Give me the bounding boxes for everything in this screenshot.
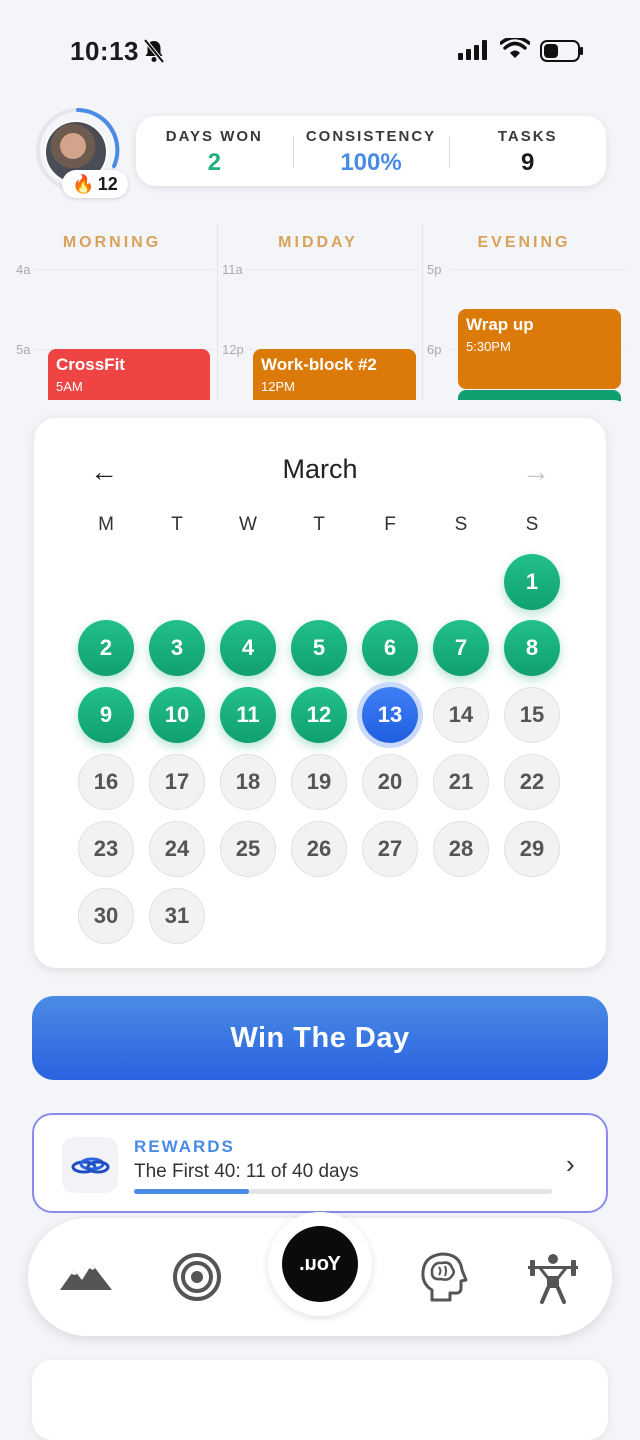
calendar-day-10[interactable]: 10: [149, 687, 205, 743]
column-header-morning: MORNING: [62, 234, 162, 251]
calendar-day-14[interactable]: 14: [433, 687, 489, 743]
signal-icon: [458, 40, 487, 60]
rewards-progress-bar: [134, 1189, 552, 1194]
you-label: You.: [299, 1252, 341, 1275]
event-time: 12PM: [261, 379, 295, 394]
wifi-icon: [500, 38, 530, 58]
calendar-day-27[interactable]: 27: [362, 821, 418, 877]
event-time: 5AM: [56, 379, 83, 394]
calendar-day-16[interactable]: 16: [78, 754, 134, 810]
rings-icon: [62, 1137, 118, 1193]
hour-line: [246, 269, 418, 270]
weekday-label: F: [384, 514, 396, 535]
calendar-day-15[interactable]: 15: [504, 687, 560, 743]
calendar-day-5[interactable]: 5: [291, 620, 347, 676]
calendar-day-1[interactable]: 1: [504, 554, 560, 610]
next-month-button[interactable]: →: [522, 456, 550, 488]
calendar-day-9[interactable]: 9: [78, 687, 134, 743]
brain-icon[interactable]: [418, 1250, 468, 1304]
hour-label: 4a: [16, 262, 31, 277]
calendar-day-12[interactable]: 12: [291, 687, 347, 743]
event-title: Work-block #2: [261, 355, 377, 374]
status-time: 10:13: [70, 36, 139, 66]
hour-label: 11a: [222, 262, 243, 277]
fire-icon: 🔥: [72, 173, 95, 194]
streak-count: 12: [97, 173, 118, 194]
weekday-label: T: [313, 514, 325, 535]
calendar-day-28[interactable]: 28: [433, 821, 489, 877]
stat-days-won: DAYS WON 2: [136, 116, 293, 186]
hour-line: [450, 269, 626, 270]
calendar-day-26[interactable]: 26: [291, 821, 347, 877]
stat-label: DAYS WON: [165, 128, 263, 145]
you-button[interactable]: You.: [282, 1226, 358, 1302]
calendar-day-8[interactable]: 8: [504, 620, 560, 676]
calendar-day-24[interactable]: 24: [149, 821, 205, 877]
stat-value: 100%: [340, 149, 402, 176]
calendar-day-2[interactable]: 2: [78, 620, 134, 676]
calendar-day-21[interactable]: 21: [433, 754, 489, 810]
stat-tasks: TASKS 9: [449, 116, 606, 186]
stat-consistency: CONSISTENCY 100%: [292, 116, 450, 186]
event-title: Wrap up: [466, 315, 534, 334]
calendar-day-19[interactable]: 19: [291, 754, 347, 810]
event-time: 5:30PM: [466, 339, 511, 354]
stat-label: TASKS: [497, 128, 558, 145]
streak-badge: 🔥 12: [62, 170, 128, 198]
tab-bar: You.: [28, 1212, 612, 1336]
hour-label: 5a: [16, 342, 31, 357]
chevron-right-icon: ›: [566, 1149, 575, 1179]
weightlifter-icon[interactable]: [526, 1252, 580, 1304]
month-title: March: [282, 454, 358, 484]
weekday-label: S: [454, 514, 468, 535]
stat-label: CONSISTENCY: [305, 128, 437, 145]
calendar-day-11[interactable]: 11: [220, 687, 276, 743]
calendar-day-25[interactable]: 25: [220, 821, 276, 877]
calendar-day-17[interactable]: 17: [149, 754, 205, 810]
month-calendar: ← March → MTWTFSS 1 2 3 4 5 6 7 8 9 10 11 12 13 14 15 1…: [34, 418, 606, 968]
rewards-progress-fill: [134, 1189, 249, 1194]
calendar-day-20[interactable]: 20: [362, 754, 418, 810]
calendar-day-30[interactable]: 30: [78, 888, 134, 944]
weekday-label: M: [98, 514, 114, 535]
bell-slash-icon: [143, 38, 165, 64]
calendar-day-31[interactable]: 31: [149, 888, 205, 944]
rewards-title: REWARDS: [134, 1137, 235, 1156]
weekday-label: S: [525, 514, 539, 535]
event-title: CrossFit: [56, 355, 125, 374]
column-header-midday: MIDDAY: [278, 234, 358, 251]
status-bar: 10:13: [0, 0, 640, 100]
calendar-day-29[interactable]: 29: [504, 821, 560, 877]
calendar-day-22[interactable]: 22: [504, 754, 560, 810]
hour-line: [34, 269, 214, 270]
stat-value: 2: [207, 149, 222, 176]
next-card[interactable]: [32, 1360, 608, 1440]
target-icon[interactable]: [172, 1252, 222, 1302]
column-header-evening: EVENING: [477, 234, 571, 251]
win-the-day-button[interactable]: Win The Day: [32, 996, 608, 1080]
weekday-label: W: [239, 514, 257, 535]
calendar-day-23[interactable]: 23: [78, 821, 134, 877]
hour-label: 6p: [427, 342, 442, 357]
event-wrap-up[interactable]: Wrap up 5:30PM: [458, 309, 621, 389]
mountains-icon[interactable]: [58, 1258, 114, 1292]
calendar-day-18[interactable]: 18: [220, 754, 276, 810]
calendar-day-6[interactable]: 6: [362, 620, 418, 676]
calendar-day-3[interactable]: 3: [149, 620, 205, 676]
stats-card: DAYS WON 2 CONSISTENCY 100% TASKS 9: [136, 116, 606, 186]
calendar-day-7[interactable]: 7: [433, 620, 489, 676]
rewards-card[interactable]: REWARDS The First 40: 11 of 40 days ›: [32, 1113, 608, 1213]
hour-label: 5p: [427, 262, 442, 277]
battery-icon: [540, 40, 583, 62]
stat-value: 9: [521, 149, 535, 176]
rewards-subtitle: The First 40: 11 of 40 days: [134, 1161, 359, 1182]
weekday-label: T: [171, 514, 183, 535]
calendar-day-4[interactable]: 4: [220, 620, 276, 676]
calendar-day-13[interactable]: 13: [362, 687, 418, 743]
hour-label: 12p: [222, 342, 244, 357]
